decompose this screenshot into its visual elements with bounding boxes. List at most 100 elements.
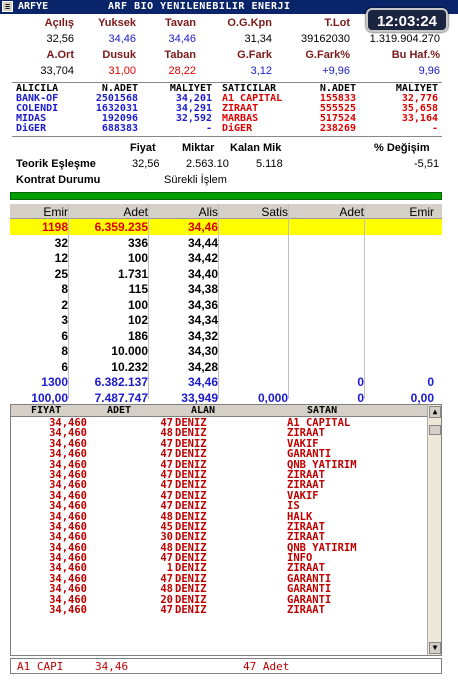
theo-header-qty: Miktar [182, 142, 215, 154]
trade-row[interactable]: 34,460 47 DENIZ GARANTI [11, 448, 429, 461]
bid-price: 34,38 [187, 282, 218, 296]
symbol-name: ARF BIO YENILENEBILIR ENERJI [108, 1, 291, 12]
trade-seller: ZIRAAT [287, 479, 325, 492]
bid-orders: 12 [54, 251, 68, 265]
contract-status-value: Sürekli İşlem [164, 174, 227, 186]
bid-orders: 3 [61, 313, 68, 327]
header-sell-qty: Adet [339, 205, 364, 219]
label-g-fark: G.Fark [237, 49, 272, 61]
depth-row[interactable]: 3 102 34,34 [10, 312, 442, 328]
avg-ask-price: 0,000 [257, 390, 288, 405]
header-buy-qty: Adet [123, 205, 148, 219]
bid-orders: 25 [54, 266, 68, 281]
trade-buyer: DENIZ [175, 562, 207, 575]
total-ask-qty: 0 [357, 375, 364, 389]
scroll-up-icon[interactable]: ▲ [429, 406, 441, 418]
label-tavan: Tavan [165, 17, 196, 29]
depth-row[interactable]: 2 100 34,36 [10, 297, 442, 313]
trade-seller: ZIRAAT [287, 562, 325, 575]
header-buyer: ALAN [191, 405, 216, 416]
seller-cost: 33,164 [401, 113, 438, 124]
total-bid-qty: 6.382.137 [94, 375, 148, 389]
trade-qty: 47 [160, 448, 173, 461]
seller-qty: 238269 [319, 123, 356, 134]
value-g-fark: 3,12 [250, 65, 272, 77]
theo-price: 32,56 [132, 158, 160, 170]
bid-orders: 1198 [41, 220, 68, 234]
depth-row[interactable]: 32 336 34,44 [10, 235, 442, 251]
trade-qty: 48 [160, 583, 173, 596]
value-taban: 28,22 [168, 65, 196, 77]
trade-qty: 47 [160, 604, 173, 617]
theo-remaining: 5.118 [256, 158, 283, 170]
theo-change: -5,51 [414, 158, 440, 170]
buyer-name: DiGER [16, 123, 47, 134]
header-sell-orders: Emir [409, 205, 434, 219]
depth-row[interactable]: 25 1.731 34,40 [10, 266, 442, 282]
depth-row[interactable]: 8 115 34,38 [10, 281, 442, 297]
trade-row[interactable]: 34,460 47 DENIZ IS [11, 500, 429, 513]
bid-price: 34,42 [187, 251, 218, 265]
bid-qty: 100 [127, 297, 148, 312]
label-bu-haf-pct: Bu Haf.% [391, 49, 440, 61]
avg-ask-qty: 0 [357, 390, 364, 405]
trade-row[interactable]: 34,460 47 DENIZ ZIRAAT [11, 604, 429, 617]
bid-qty: 10.232 [111, 359, 148, 374]
bid-qty: 336 [127, 235, 148, 250]
value-og-kpn: 31,34 [244, 33, 272, 45]
trade-price: 34,460 [49, 427, 87, 440]
label-tlot: T.Lot [324, 17, 350, 29]
trade-price: 34,460 [49, 604, 87, 617]
broker-row[interactable]: DiGER 688383 - DiGER 238269 - [12, 124, 442, 134]
trade-price: 34,460 [49, 479, 87, 492]
scroll-down-icon[interactable]: ▼ [429, 642, 441, 654]
trade-buyer: DENIZ [175, 479, 207, 492]
trade-price: 34,460 [49, 583, 87, 596]
label-yuksek: Yuksek [98, 17, 136, 29]
depth-row[interactable]: 6 186 34,32 [10, 328, 442, 344]
theo-header-row: Fiyat Miktar Kalan Mik % Değişim [12, 140, 442, 156]
total-bid-price: 34,46 [187, 375, 218, 389]
trade-list[interactable]: FIYAT ADET ALAN SATAN 34,460 47 DENIZ A1 CA… [10, 404, 442, 656]
bid-orders: 2 [61, 297, 68, 312]
value-g-fark-pct: +9,96 [322, 65, 350, 77]
value-tavan: 34,46 [168, 33, 196, 45]
summary-header-row-2: A.Ort Dusuk Taban G.Fark G.Fark% Bu Haf.… [0, 48, 458, 64]
depth-row[interactable]: 1198 6.359.235 34,46 [10, 219, 442, 235]
status-price: 34,46 [95, 660, 129, 673]
total-ask-orders: 0 [427, 375, 434, 389]
avg-bid-qty: 7.487.747 [94, 390, 148, 405]
trade-seller: GARANTI [287, 448, 332, 461]
value-yuksek: 34,46 [108, 33, 136, 45]
trade-buyer: DENIZ [175, 500, 207, 513]
column-divider [148, 204, 149, 399]
header-price: FIYAT [31, 405, 62, 416]
value-a-ort: 33,704 [40, 65, 74, 77]
bid-price: 34,32 [187, 328, 218, 343]
trade-price: 34,460 [49, 562, 87, 575]
depth-body: 1198 6.359.235 34,46 32 336 34,44 12 100… [10, 219, 442, 405]
contract-status-label: Kontrat Durumu [16, 174, 101, 186]
value-bu-haf-pct: 9,96 [418, 65, 440, 77]
bid-orders: 8 [61, 282, 68, 296]
bid-price: 34,34 [187, 313, 218, 327]
header-buy-orders: Emir [43, 205, 68, 219]
total-bid-orders: 1300 [41, 375, 68, 389]
depth-row[interactable]: 6 10.232 34,28 [10, 359, 442, 375]
window-menu-icon[interactable]: ≡ [2, 1, 13, 12]
depth-row[interactable]: 12 100 34,42 [10, 250, 442, 266]
avg-bid-pct: 100,00 [31, 390, 68, 405]
depth-row[interactable]: 8 10.000 34,30 [10, 343, 442, 359]
theo-header-price: Fiyat [130, 142, 156, 154]
trade-qty: 30 [160, 531, 173, 544]
trade-qty: 47 [160, 552, 173, 565]
bid-qty: 6.359.235 [94, 220, 148, 234]
theo-qty: 2.563.10 [186, 158, 229, 170]
bid-price: 34,40 [187, 266, 218, 281]
trade-list-scrollbar[interactable]: ▲ ▼ [427, 405, 441, 655]
scroll-thumb[interactable] [429, 425, 441, 435]
header-bid: Alis [198, 205, 218, 219]
theo-header-remaining: Kalan Mik [230, 142, 282, 154]
avg-ask-pct: 0,00 [410, 390, 434, 405]
bid-qty: 1.731 [117, 266, 148, 281]
